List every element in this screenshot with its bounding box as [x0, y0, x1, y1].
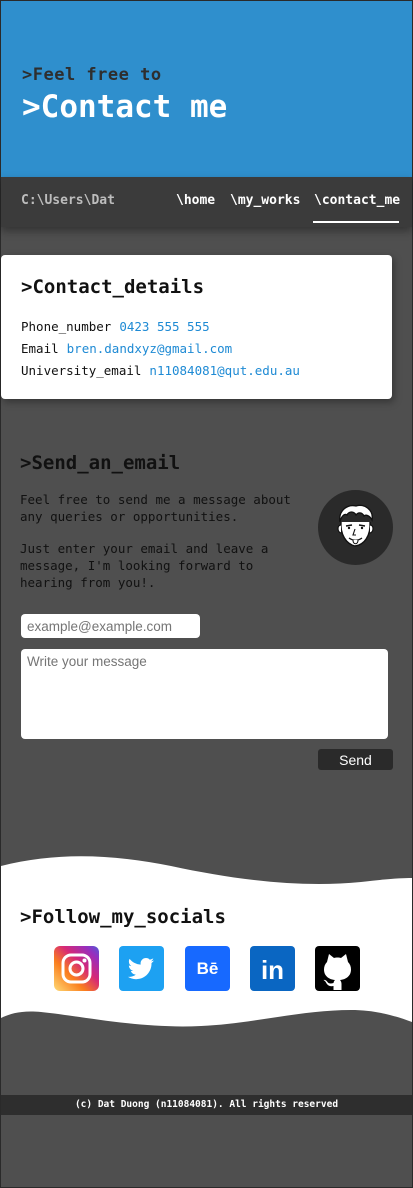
send-email-intro: Feel free to send me a message about any…	[20, 492, 291, 524]
message-field[interactable]	[21, 649, 388, 739]
nav-active-indicator	[313, 221, 399, 223]
top-nav: C:\Users\Dat \home \my_works \contact_me	[1, 177, 412, 227]
send-email-instructions: Just enter your email and leave a messag…	[20, 541, 269, 590]
instagram-icon	[54, 946, 99, 991]
socials-wave-background	[1, 856, 412, 1027]
twitter-icon	[127, 958, 155, 980]
phone-link[interactable]: 0423 555 555	[119, 319, 209, 334]
nav-link-home[interactable]: \home	[176, 193, 215, 208]
email-field[interactable]	[21, 614, 200, 638]
send-email-title: >Send_an_email	[20, 452, 181, 474]
nav-link-contact-me[interactable]: \contact_me	[314, 193, 400, 208]
linkedin-icon: in	[261, 955, 284, 985]
twitter-link[interactable]	[119, 946, 164, 991]
github-link[interactable]	[315, 946, 360, 991]
send-button[interactable]: Send	[318, 749, 393, 770]
svg-text:Bē: Bē	[197, 959, 219, 978]
hero-banner: >Feel free to >Contact me	[1, 1, 412, 177]
nav-link-my-works[interactable]: \my_works	[230, 193, 300, 208]
behance-link[interactable]: Bē	[185, 946, 230, 991]
svg-text:in: in	[261, 955, 284, 985]
contact-row-email: Email bren.dandxyz@gmail.com	[21, 341, 232, 356]
avatar	[318, 490, 393, 565]
socials-title: >Follow_my_socials	[20, 906, 226, 928]
face-doodle-icon	[337, 504, 374, 547]
linkedin-link[interactable]: in	[250, 946, 295, 991]
contact-label: University_email	[21, 363, 142, 378]
page-title: >Contact me	[22, 89, 228, 125]
hero-subtitle: >Feel free to	[22, 65, 162, 85]
contact-details-title: >Contact_details	[21, 276, 205, 298]
instagram-link[interactable]	[54, 946, 99, 991]
contact-row-university-email: University_email n11084081@qut.edu.au	[21, 363, 300, 378]
contact-label: Email	[21, 341, 59, 356]
university-email-link[interactable]: n11084081@qut.edu.au	[149, 363, 300, 378]
github-icon	[323, 954, 351, 990]
copyright-text: (c) Dat Duong (n11084081). All rights re…	[74, 1099, 339, 1110]
nav-path: C:\Users\Dat	[21, 193, 115, 208]
behance-icon: Bē	[197, 959, 219, 978]
footer: (c) Dat Duong (n11084081). All rights re…	[1, 1095, 412, 1115]
email-link[interactable]: bren.dandxyz@gmail.com	[67, 341, 233, 356]
contact-details-card: >Contact_details Phone_number 0423 555 55…	[1, 255, 392, 399]
contact-label: Phone_number	[21, 319, 112, 334]
contact-row-phone: Phone_number 0423 555 555	[21, 319, 210, 334]
